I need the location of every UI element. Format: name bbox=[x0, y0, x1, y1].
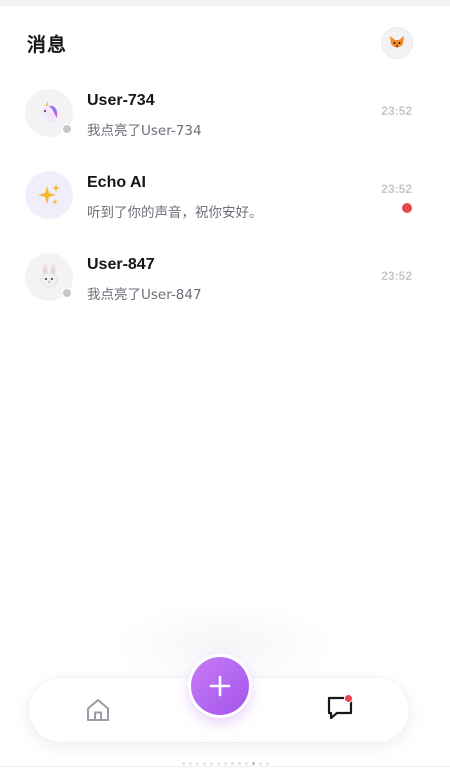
nav-home-button[interactable] bbox=[83, 695, 113, 725]
conversation-preview: 听到了你的声音，祝你安好。 bbox=[87, 205, 263, 221]
nav-messages-button[interactable] bbox=[324, 692, 356, 724]
conversation-name: User-734 bbox=[87, 92, 155, 109]
unicorn-emoji-icon bbox=[40, 101, 58, 122]
page-dot bbox=[202, 761, 206, 765]
header: 消息 bbox=[0, 6, 450, 72]
create-button[interactable] bbox=[191, 657, 249, 715]
conversation-time: 23:52 bbox=[381, 104, 412, 118]
page-dot bbox=[209, 761, 213, 765]
conversation-time: 23:52 bbox=[381, 269, 412, 283]
page-dot-active bbox=[251, 761, 255, 765]
page-dot bbox=[195, 761, 199, 765]
page-dot bbox=[244, 761, 248, 765]
page-dot bbox=[223, 761, 227, 765]
avatar bbox=[25, 253, 73, 301]
conversation-name: Echo AI bbox=[87, 174, 146, 191]
avatar bbox=[25, 171, 73, 219]
bottom-divider bbox=[0, 766, 450, 767]
conversation-preview: 我点亮了User-847 bbox=[87, 287, 202, 303]
conversation-preview: 我点亮了User-734 bbox=[87, 123, 202, 139]
page-dot bbox=[216, 761, 220, 765]
home-icon bbox=[87, 699, 109, 721]
page-dot bbox=[265, 761, 269, 765]
messages-badge bbox=[344, 694, 353, 703]
page-title: 消息 bbox=[27, 34, 68, 56]
conversation-item[interactable]: User-847 我点亮了User-847 23:52 bbox=[0, 236, 450, 318]
rabbit-emoji-icon bbox=[40, 264, 58, 288]
conversation-item[interactable]: Echo AI 听到了你的声音，祝你安好。 23:52 bbox=[0, 154, 450, 236]
unread-badge bbox=[402, 203, 412, 213]
presence-indicator bbox=[62, 288, 72, 298]
fox-emoji-icon bbox=[390, 36, 404, 48]
page-dot bbox=[258, 761, 262, 765]
page-dot bbox=[181, 761, 185, 765]
messages-screen: 消息 User-734 我点亮了User-734 23:52 Echo AI 听… bbox=[0, 0, 450, 769]
conversation-list: User-734 我点亮了User-734 23:52 Echo AI 听到了你… bbox=[0, 72, 450, 318]
profile-avatar[interactable] bbox=[381, 27, 413, 59]
conversation-item[interactable]: User-734 我点亮了User-734 23:52 bbox=[0, 72, 450, 154]
plus-icon bbox=[209, 675, 231, 697]
sparkles-emoji-icon bbox=[38, 184, 60, 205]
conversation-time: 23:52 bbox=[381, 182, 412, 196]
presence-indicator bbox=[62, 124, 72, 134]
page-dot bbox=[188, 761, 192, 765]
avatar bbox=[25, 89, 73, 137]
page-dot bbox=[237, 761, 241, 765]
conversation-name: User-847 bbox=[87, 256, 155, 273]
page-dot bbox=[230, 761, 234, 765]
